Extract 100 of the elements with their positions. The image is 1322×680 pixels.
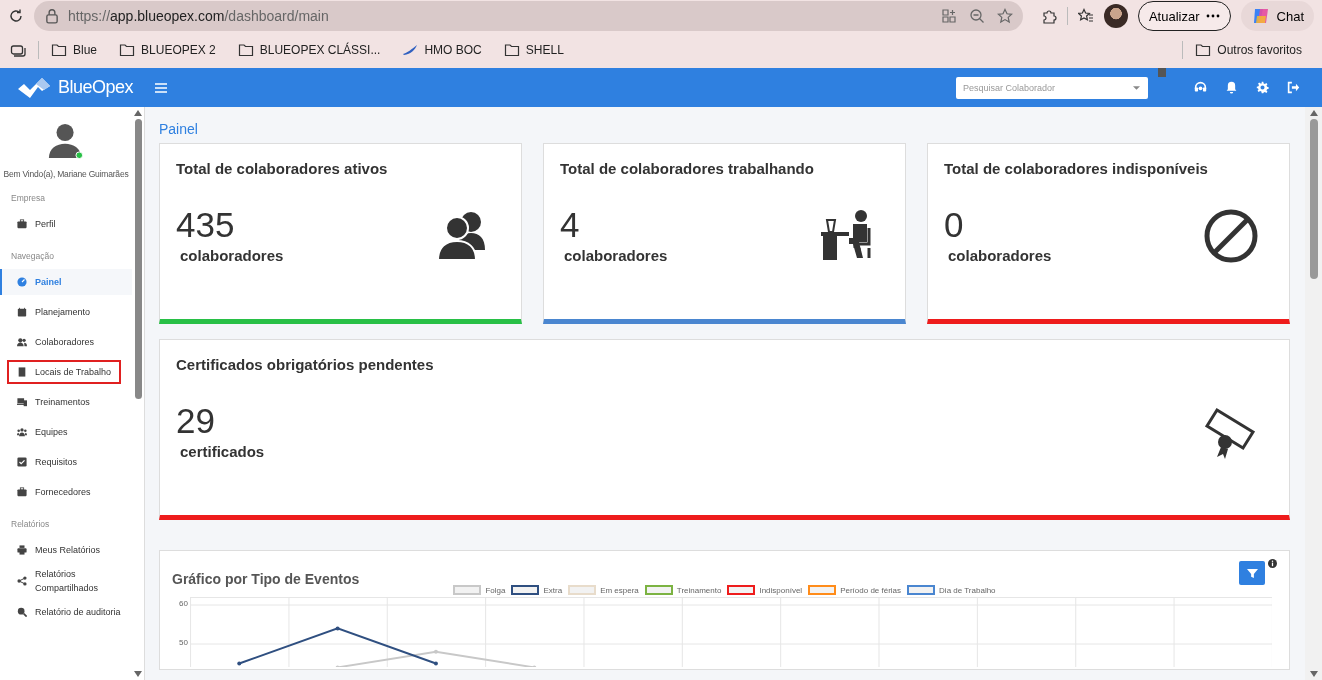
filter-icon [1246,567,1258,579]
nav-item[interactable]: Painel [0,269,132,295]
page-title: Painel [159,121,199,137]
section-label: Empresa [10,192,46,203]
stat-value: 29 [176,401,216,441]
data-point [335,626,340,631]
chat-button[interactable]: Chat [1240,1,1314,31]
folder-icon [1195,42,1212,58]
lock-icon [44,8,60,24]
gauge-icon [17,277,27,287]
card-title: Total de colaboradores indisponíveis [944,160,1209,177]
scrollbar-thumb[interactable] [134,119,142,399]
scroll-down-icon[interactable] [1309,671,1318,677]
nav-item[interactable]: Treinamentos [0,389,132,415]
bookmark-link[interactable]: HMO BOC [402,42,482,58]
bookmark-link[interactable]: Blue [51,42,98,58]
nav-item[interactable]: Meus Relatórios [0,537,132,563]
stat-value: 4 [560,205,581,245]
data-point [532,665,537,668]
users-icon [17,337,27,347]
stat-value: 435 [176,205,236,245]
data-point [433,661,438,666]
legend-item[interactable]: Em espera [568,585,639,595]
legend-item[interactable]: Dia de Trabalho [907,585,996,595]
bell-icon[interactable] [1225,81,1238,94]
prohibited-icon [1203,208,1259,264]
stat-value: 0 [944,205,965,245]
wing-icon [402,42,419,58]
check-icon [17,457,27,467]
nav-item[interactable]: Perfil [0,211,132,237]
nav-item[interactable]: Colaboradores [0,329,132,355]
star-icon[interactable] [996,8,1013,24]
url-text: https://app.blueopex.com/dashboard/main [68,8,330,24]
info-icon[interactable] [1268,559,1277,568]
reload-icon[interactable] [8,8,24,24]
logout-icon[interactable] [1287,81,1300,94]
welcome-text: Bem Vindo(a), Mariane Guimarães [3,169,129,179]
calendar-icon [17,307,27,317]
nav-item[interactable]: Requisitos [0,449,132,475]
update-button[interactable]: Atualizar [1137,1,1231,31]
brand-name: BlueOpex [58,77,134,98]
extensions-icon[interactable] [1040,8,1057,24]
stat-unit: colaboradores [948,247,1052,264]
scroll-down-icon[interactable] [134,671,142,677]
dropdown-caret-icon [1133,85,1140,90]
headset-icon[interactable] [1194,81,1207,94]
tab-actions-icon[interactable] [10,42,26,58]
data-point [237,661,242,666]
nav-item[interactable]: Fornecedores [0,479,132,505]
legend-item[interactable]: Folga [453,585,506,595]
briefcase-icon [17,219,27,229]
section-label: Navegação [10,250,55,261]
nav-item[interactable]: Equipes [0,419,132,445]
scrollbar-thumb[interactable] [1309,119,1318,279]
bookmark-link[interactable]: BLUEOPEX 2 [119,42,216,58]
y-tick-label: 60 [179,599,188,608]
bookmark-link[interactable]: SHELL [503,42,564,58]
chart-title: Gráfico por Tipo de Eventos [172,571,361,587]
settings-icon[interactable] [1256,81,1269,94]
stat-unit: colaboradores [180,247,284,264]
legend-item[interactable]: Extra [511,585,563,595]
zoom-out-icon[interactable] [968,8,985,24]
apps-add-icon[interactable] [940,8,957,24]
bookmark-link[interactable]: BLUEOPEX CLÁSSI... [237,42,381,58]
search-icon [17,607,27,617]
nav-item[interactable]: Relatórios Compartilhados [0,567,132,595]
scroll-up-icon[interactable] [1309,110,1318,116]
share-icon [17,576,27,586]
nav-item[interactable]: Relatório de auditoria [0,599,132,625]
nav-item[interactable]: Planejamento [0,299,132,325]
card-title: Total de colaboradores trabalhando [560,160,815,177]
laptop-icon [17,397,27,407]
menu-icon[interactable] [155,82,167,93]
legend-item[interactable]: Indisponível [727,585,803,595]
search-field[interactable]: Pesquisar Colaborador [956,76,1148,99]
legend-item[interactable]: Treinamento [644,585,722,595]
card-title: Certificados obrigatórios pendentes [176,356,435,373]
folder-icon [51,42,67,58]
scroll-up-icon[interactable] [134,110,142,116]
address-bar[interactable]: https://app.blueopex.com/dashboard/main [34,1,1023,31]
section-label: Relatórios [10,518,51,529]
filter-button[interactable] [1239,561,1265,585]
y-tick-label: 50 [179,638,188,647]
building-icon [17,367,27,377]
card-title: Total de colaboradores ativos [176,160,389,177]
folder-icon [237,42,254,58]
folder-icon [119,42,136,58]
folder-icon [503,42,520,58]
profile-avatar[interactable] [1103,4,1128,28]
other-bookmarks-link[interactable]: Outros favoritos [1195,42,1302,58]
group-icon [17,427,27,437]
favorites-icon[interactable] [1077,8,1094,24]
legend-item[interactable]: Período de férias [808,585,902,595]
briefcase-icon [17,487,27,497]
data-point [335,665,340,668]
more-icon[interactable] [1205,14,1220,18]
nav-item[interactable]: Locais de Trabalho [6,359,122,385]
stat-unit: colaboradores [564,247,668,264]
printer-icon [17,545,27,555]
stat-unit: certificados [180,443,265,460]
